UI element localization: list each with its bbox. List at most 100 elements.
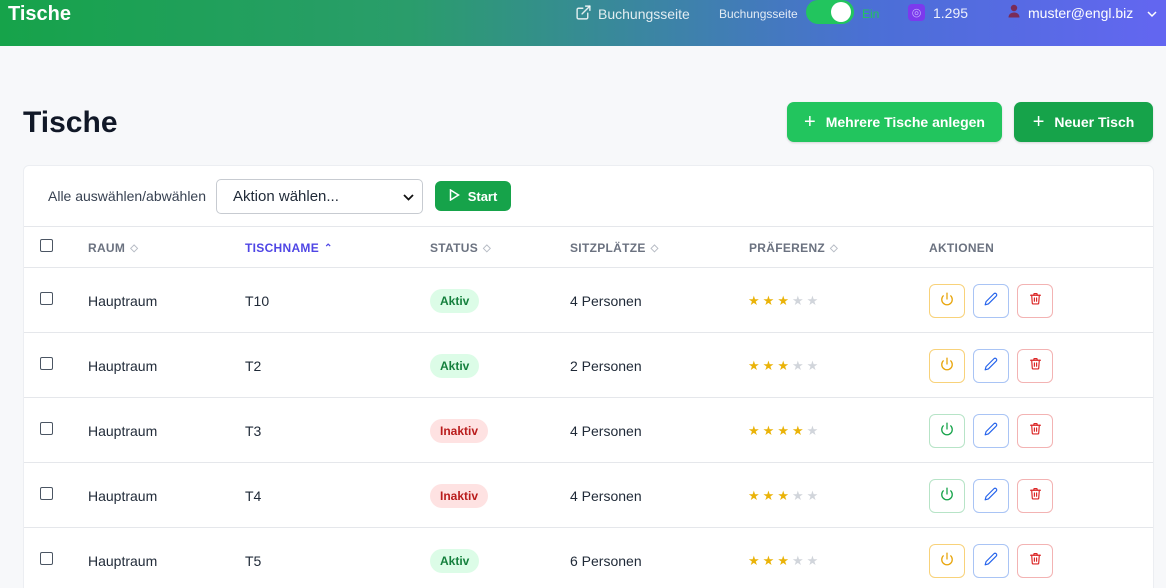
star-icon: ★ xyxy=(748,553,760,568)
new-table-button[interactable]: + Neuer Tisch xyxy=(1014,102,1153,142)
column-status[interactable]: STATUS ◇ xyxy=(430,241,491,255)
star-icon: ★ xyxy=(748,488,760,503)
new-table-label: Neuer Tisch xyxy=(1054,114,1135,130)
status-badge: Inaktiv xyxy=(430,419,489,443)
star-icon: ★ xyxy=(777,293,789,308)
page-title: Tische xyxy=(23,106,118,139)
edit-button[interactable] xyxy=(973,544,1009,578)
trash-icon xyxy=(1029,487,1042,505)
select-all-label[interactable]: Alle auswählen/abwählen xyxy=(48,188,206,204)
column-status-label: STATUS xyxy=(430,241,479,255)
room-cell: Hauptraum xyxy=(88,488,158,504)
edit-button[interactable] xyxy=(973,414,1009,448)
column-seats[interactable]: SITZPLÄTZE ◇ xyxy=(570,241,659,255)
user-icon xyxy=(1008,4,1020,21)
delete-button[interactable] xyxy=(1017,414,1053,448)
bulk-action-value: Aktion wählen... xyxy=(233,188,339,205)
pencil-icon xyxy=(984,422,998,441)
booking-toggle-label: Buchungsseite xyxy=(719,7,798,21)
column-preference-label: PRÄFERENZ xyxy=(749,241,826,255)
top-bar: Tische Buchungsseite Buchungsseite Ein ◎… xyxy=(0,0,1166,46)
toggle-status-button[interactable] xyxy=(929,284,965,318)
power-icon xyxy=(940,487,954,506)
toggle-status-button[interactable] xyxy=(929,544,965,578)
booking-page-link[interactable]: Buchungsseite xyxy=(575,4,690,24)
star-icon: ★ xyxy=(806,488,819,503)
room-cell: Hauptraum xyxy=(88,358,158,374)
power-icon xyxy=(940,552,954,571)
pencil-icon xyxy=(984,552,998,571)
star-icon: ★ xyxy=(748,293,760,308)
edit-button[interactable] xyxy=(973,349,1009,383)
status-badge: Aktiv xyxy=(430,354,480,378)
star-icon: ★ xyxy=(748,423,760,438)
trash-icon xyxy=(1029,292,1042,310)
external-link-icon xyxy=(575,4,592,24)
row-checkbox[interactable] xyxy=(40,357,53,370)
start-button[interactable]: Start xyxy=(435,181,511,211)
credits-display[interactable]: ◎ 1.295 xyxy=(908,4,968,21)
toggle-status-button[interactable] xyxy=(929,479,965,513)
toggle-status-button[interactable] xyxy=(929,349,965,383)
tables-card: Alle auswählen/abwählen Aktion wählen...… xyxy=(23,165,1154,588)
pencil-icon xyxy=(984,292,998,311)
star-icon: ★ xyxy=(777,488,789,503)
bulk-action-select[interactable]: Aktion wählen... xyxy=(216,179,423,214)
column-table-name[interactable]: TISCHNAME ⌃ xyxy=(245,241,333,255)
row-checkbox[interactable] xyxy=(40,292,53,305)
column-actions-label: AKTIONEN xyxy=(929,241,995,255)
add-multiple-tables-button[interactable]: + Mehrere Tische anlegen xyxy=(787,102,1002,142)
row-checkbox[interactable] xyxy=(40,422,53,435)
sort-icon: ◇ xyxy=(483,242,492,254)
power-icon xyxy=(940,292,954,311)
room-cell: Hauptraum xyxy=(88,293,158,309)
user-menu[interactable]: muster@engl.biz xyxy=(1008,4,1157,21)
select-all-checkbox[interactable] xyxy=(40,239,53,252)
trash-icon xyxy=(1029,357,1042,375)
star-icon: ★ xyxy=(762,358,775,373)
credits-value: 1.295 xyxy=(933,4,969,21)
room-cell: Hauptraum xyxy=(88,553,158,569)
booking-page-link-label: Buchungsseite xyxy=(598,6,690,22)
star-icon: ★ xyxy=(791,293,804,308)
chevron-down-icon xyxy=(1147,5,1157,21)
table-name-cell: T5 xyxy=(245,553,262,569)
preference-rating: ★ ★ ★ ★ ★ xyxy=(748,358,818,374)
column-preference[interactable]: PRÄFERENZ ◇ xyxy=(749,241,838,255)
column-room[interactable]: RAUM ◇ xyxy=(88,241,138,255)
column-seats-label: SITZPLÄTZE xyxy=(570,241,646,255)
preference-rating: ★ ★ ★ ★ ★ xyxy=(748,423,818,439)
power-icon xyxy=(940,422,954,441)
preference-rating: ★ ★ ★ ★ ★ xyxy=(748,293,818,309)
delete-button[interactable] xyxy=(1017,284,1053,318)
delete-button[interactable] xyxy=(1017,479,1053,513)
status-badge: Inaktiv xyxy=(430,484,489,508)
start-label: Start xyxy=(467,188,498,204)
row-checkbox[interactable] xyxy=(40,487,53,500)
table-name-cell: T10 xyxy=(245,293,270,309)
star-icon: ★ xyxy=(762,423,775,438)
status-badge: Aktiv xyxy=(430,549,480,573)
trash-icon xyxy=(1029,422,1042,440)
toggle-status-button[interactable] xyxy=(929,414,965,448)
status-badge: Aktiv xyxy=(430,289,480,313)
table-row: Hauptraum T4 Inaktiv 4 Personen ★ ★ ★ ★ ★ xyxy=(24,463,1153,528)
star-icon: ★ xyxy=(806,553,819,568)
table-row: Hauptraum T3 Inaktiv 4 Personen ★ ★ ★ ★ ★ xyxy=(24,398,1153,463)
pencil-icon xyxy=(984,357,998,376)
chevron-down-icon xyxy=(403,188,414,205)
column-room-label: RAUM xyxy=(88,241,126,255)
room-cell: Hauptraum xyxy=(88,423,158,439)
seats-cell: 2 Personen xyxy=(570,358,642,374)
sort-ascending-icon: ⌃ xyxy=(324,242,333,254)
delete-button[interactable] xyxy=(1017,544,1053,578)
add-multiple-tables-label: Mehrere Tische anlegen xyxy=(825,114,985,130)
booking-page-toggle[interactable] xyxy=(806,0,854,24)
star-icon: ★ xyxy=(806,423,819,438)
edit-button[interactable] xyxy=(973,479,1009,513)
column-table-name-label: TISCHNAME xyxy=(245,241,320,255)
delete-button[interactable] xyxy=(1017,349,1053,383)
edit-button[interactable] xyxy=(973,284,1009,318)
row-checkbox[interactable] xyxy=(40,552,53,565)
table-name-cell: T4 xyxy=(245,488,262,504)
